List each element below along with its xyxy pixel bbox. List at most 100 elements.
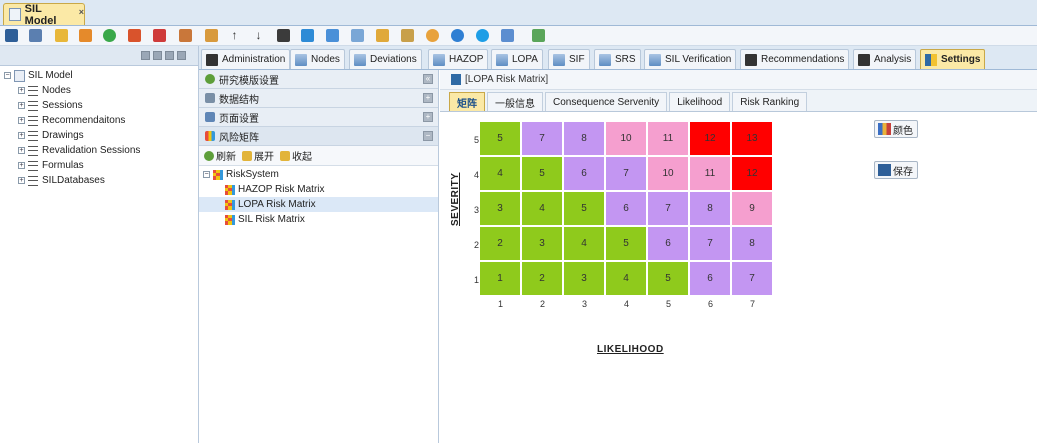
expand-all-button[interactable]: 展开 bbox=[254, 148, 274, 163]
minimize-icon[interactable] bbox=[165, 51, 174, 60]
add-icon[interactable] bbox=[103, 29, 116, 42]
matrix-cell[interactable]: 4 bbox=[564, 227, 605, 261]
matrix-cell[interactable]: 11 bbox=[648, 122, 689, 156]
accordion-study-template-settings[interactable]: 研究模版设置 « bbox=[199, 70, 438, 89]
matrix-cell[interactable]: 7 bbox=[606, 157, 647, 191]
expand-icon[interactable] bbox=[153, 51, 162, 60]
matrix-cell[interactable]: 2 bbox=[522, 262, 563, 296]
filter-icon[interactable] bbox=[376, 29, 389, 42]
risk-system-root[interactable]: − RiskSystem bbox=[199, 167, 438, 182]
matrix-cell[interactable]: 5 bbox=[480, 122, 521, 156]
tab-lopa[interactable]: LOPA bbox=[491, 49, 543, 69]
tree-item-drawings[interactable]: + Drawings bbox=[0, 128, 198, 143]
matrix-cell[interactable]: 6 bbox=[648, 227, 689, 261]
risk-matrix-item-hazop[interactable]: HAZOP Risk Matrix bbox=[199, 182, 438, 197]
expand-toggle-icon[interactable]: + bbox=[18, 87, 25, 94]
subtab-matrix[interactable]: 矩阵 bbox=[449, 92, 485, 111]
grid-icon[interactable] bbox=[351, 29, 364, 42]
expand-toggle-icon[interactable]: + bbox=[18, 177, 25, 184]
tree-item-recommendations[interactable]: + Recommendaitons bbox=[0, 113, 198, 128]
collapse-toggle-icon[interactable]: − bbox=[203, 171, 210, 178]
accordion-risk-matrix[interactable]: 风险矩阵 − bbox=[199, 127, 438, 146]
tab-sif[interactable]: SIF bbox=[548, 49, 590, 69]
up-arrow-icon[interactable]: ↑ bbox=[228, 29, 241, 42]
collapse-icon[interactable] bbox=[141, 51, 150, 60]
tab-settings[interactable]: Settings bbox=[920, 49, 986, 69]
matrix-cell[interactable]: 4 bbox=[480, 157, 521, 191]
expand-toggle-icon[interactable]: + bbox=[18, 102, 25, 109]
subtab-risk-ranking[interactable]: Risk Ranking bbox=[732, 92, 808, 111]
matrix-cell[interactable]: 2 bbox=[480, 227, 521, 261]
matrix-cell[interactable]: 5 bbox=[564, 192, 605, 226]
matrix-cell[interactable]: 3 bbox=[564, 262, 605, 296]
matrix-cell[interactable]: 5 bbox=[522, 157, 563, 191]
refresh-button[interactable]: 刷新 bbox=[216, 148, 236, 163]
expand-icon[interactable]: + bbox=[423, 112, 433, 122]
indent-icon[interactable] bbox=[277, 29, 290, 42]
edit-icon[interactable] bbox=[79, 29, 92, 42]
risk-matrix-item-lopa[interactable]: LOPA Risk Matrix bbox=[199, 197, 438, 212]
expand-toggle-icon[interactable]: + bbox=[18, 117, 25, 124]
tab-administration[interactable]: Administration bbox=[201, 49, 291, 69]
matrix-cell[interactable]: 3 bbox=[522, 227, 563, 261]
delete-icon[interactable] bbox=[153, 29, 166, 42]
document-tab-sil-model[interactable]: SIL Model × bbox=[3, 3, 85, 27]
tree-item-formulas[interactable]: + Formulas bbox=[0, 158, 198, 173]
matrix-cell[interactable]: 8 bbox=[564, 122, 605, 156]
copy-icon[interactable] bbox=[179, 29, 192, 42]
collapse-all-button[interactable]: 收起 bbox=[292, 148, 312, 163]
tree-item-revalidation-sessions[interactable]: + Revalidation Sessions bbox=[0, 143, 198, 158]
expand-icon[interactable]: + bbox=[423, 93, 433, 103]
matrix-cell[interactable]: 13 bbox=[732, 122, 773, 156]
tab-hazop[interactable]: HAZOP bbox=[428, 49, 489, 69]
edit-icon[interactable] bbox=[177, 51, 186, 60]
matrix-cell[interactable]: 9 bbox=[732, 192, 773, 226]
expand-toggle-icon[interactable]: + bbox=[18, 147, 25, 154]
matrix-cell[interactable]: 6 bbox=[690, 262, 731, 296]
tab-nodes[interactable]: Nodes bbox=[290, 49, 345, 69]
save-button[interactable]: 保存 bbox=[874, 161, 918, 179]
matrix-cell[interactable]: 1 bbox=[480, 262, 521, 296]
plugin-icon[interactable] bbox=[426, 29, 439, 42]
tab-recommendations[interactable]: Recommendations bbox=[740, 49, 850, 69]
subtab-likelihood[interactable]: Likelihood bbox=[669, 92, 731, 111]
subtab-general-info[interactable]: 一般信息 bbox=[487, 92, 543, 111]
table-icon[interactable] bbox=[301, 29, 314, 42]
window-icon[interactable] bbox=[326, 29, 339, 42]
folder-icon[interactable] bbox=[55, 29, 68, 42]
tab-deviations[interactable]: Deviations bbox=[349, 49, 422, 69]
matrix-cell[interactable]: 12 bbox=[732, 157, 773, 191]
subtab-consequence-severity[interactable]: Consequence Servenity bbox=[545, 92, 668, 111]
tab-sil-verification[interactable]: SIL Verification bbox=[644, 49, 737, 69]
matrix-cell[interactable]: 10 bbox=[648, 157, 689, 191]
matrix-cell[interactable]: 11 bbox=[690, 157, 731, 191]
save-icon[interactable] bbox=[5, 29, 18, 42]
matrix-cell[interactable]: 7 bbox=[522, 122, 563, 156]
refresh-icon[interactable] bbox=[451, 29, 464, 42]
save-as-icon[interactable] bbox=[29, 29, 42, 42]
close-icon[interactable]: × bbox=[79, 7, 84, 17]
matrix-cell[interactable]: 4 bbox=[606, 262, 647, 296]
paste-icon[interactable] bbox=[205, 29, 218, 42]
matrix-cell[interactable]: 12 bbox=[690, 122, 731, 156]
expand-toggle-icon[interactable]: + bbox=[18, 162, 25, 169]
collapse-pane-icon[interactable]: « bbox=[423, 74, 433, 84]
export-icon[interactable] bbox=[532, 29, 545, 42]
matrix-cell[interactable]: 7 bbox=[732, 262, 773, 296]
tab-analysis[interactable]: Analysis bbox=[853, 49, 917, 69]
risk-matrix-item-sil[interactable]: SIL Risk Matrix bbox=[199, 212, 438, 227]
matrix-cell[interactable]: 4 bbox=[522, 192, 563, 226]
expand-toggle-icon[interactable]: + bbox=[18, 132, 25, 139]
collapse-toggle-icon[interactable]: − bbox=[4, 72, 11, 79]
tree-item-sessions[interactable]: + Sessions bbox=[0, 98, 198, 113]
matrix-cell[interactable]: 7 bbox=[648, 192, 689, 226]
collapse-icon[interactable]: − bbox=[423, 131, 433, 141]
tree-item-sildatabases[interactable]: + SILDatabases bbox=[0, 173, 198, 188]
down-arrow-icon[interactable]: ↓ bbox=[252, 29, 265, 42]
accordion-page-settings[interactable]: 页面设置 + bbox=[199, 108, 438, 127]
accordion-data-structure[interactable]: 数据结构 + bbox=[199, 89, 438, 108]
tool-icon[interactable] bbox=[401, 29, 414, 42]
cut-icon[interactable] bbox=[128, 29, 141, 42]
dropdown-icon[interactable] bbox=[501, 29, 514, 42]
matrix-cell[interactable]: 3 bbox=[480, 192, 521, 226]
